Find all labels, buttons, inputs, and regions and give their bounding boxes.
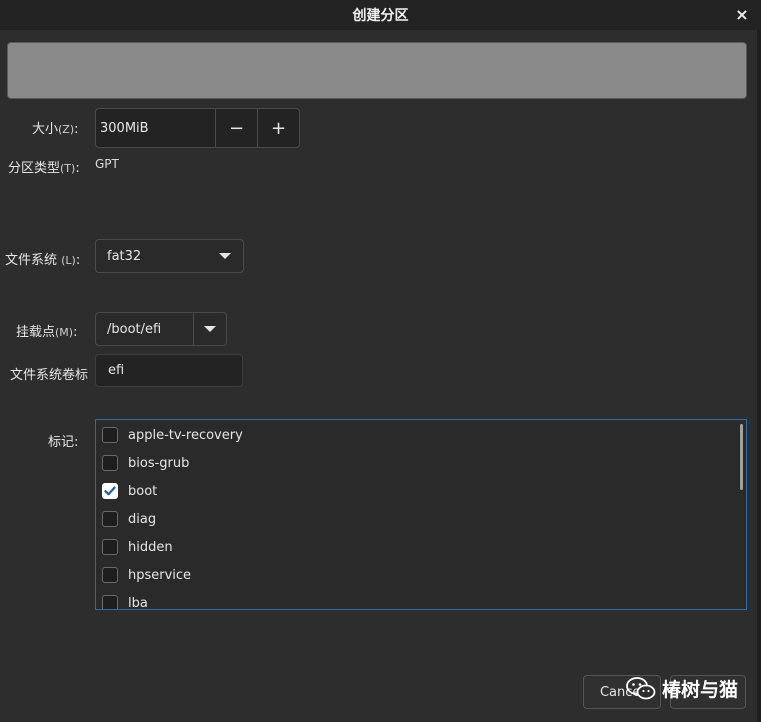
mount-point-suffix: : bbox=[73, 325, 78, 340]
flag-label: hidden bbox=[128, 539, 173, 555]
size-suffix: : bbox=[74, 122, 79, 137]
watermark-text: 椿树与猫 bbox=[662, 679, 739, 701]
checkbox[interactable] bbox=[102, 427, 118, 443]
checkmark-icon bbox=[104, 486, 116, 496]
checkbox[interactable] bbox=[102, 511, 118, 527]
watermark: 椿树与猫 bbox=[626, 675, 738, 702]
size-mnemonic: (Z) bbox=[58, 123, 75, 136]
partition-type-suffix: : bbox=[75, 161, 80, 176]
flag-label: apple-tv-recovery bbox=[128, 427, 243, 443]
filesystem-label: 文件系统 (L): bbox=[5, 249, 80, 268]
flag-row[interactable]: boot bbox=[102, 477, 157, 505]
flag-row[interactable]: bios-grub bbox=[102, 449, 189, 477]
flag-row[interactable]: apple-tv-recovery bbox=[102, 421, 243, 449]
filesystem-suffix: : bbox=[75, 253, 81, 268]
mount-point-combo: /boot/efi bbox=[95, 312, 227, 346]
flag-label: hpservice bbox=[128, 567, 192, 583]
size-label: 大小(Z): bbox=[32, 118, 79, 137]
flag-row[interactable]: hidden bbox=[102, 533, 173, 561]
flag-label: boot bbox=[128, 483, 158, 499]
partition-preview-bar bbox=[7, 42, 747, 99]
flag-label: bios-grub bbox=[128, 455, 190, 471]
fs-label-input[interactable]: efi bbox=[95, 354, 243, 387]
size-input[interactable]: 300MiB bbox=[96, 109, 215, 147]
checkbox[interactable] bbox=[102, 539, 118, 555]
mount-point-label: 挂载点(M): bbox=[16, 321, 77, 340]
checkbox[interactable] bbox=[102, 567, 118, 583]
chevron-down-icon[interactable] bbox=[193, 313, 226, 345]
checkbox-checked[interactable] bbox=[102, 483, 118, 499]
close-icon[interactable]: × bbox=[733, 6, 751, 24]
mount-point-input[interactable]: /boot/efi bbox=[96, 322, 193, 337]
partition-type-mnemonic: (T) bbox=[60, 162, 76, 175]
window-edge bbox=[757, 30, 761, 722]
partition-type-label-text: 分区类型 bbox=[8, 161, 61, 176]
flags-label: 标记: bbox=[48, 435, 79, 450]
partition-type-label: 分区类型(T): bbox=[8, 157, 80, 176]
wechat-icon bbox=[626, 676, 656, 699]
size-increment-button[interactable]: + bbox=[257, 109, 299, 147]
mount-point-label-text: 挂载点 bbox=[16, 325, 56, 340]
checkbox[interactable] bbox=[102, 595, 118, 609]
flag-row[interactable]: lba bbox=[102, 589, 148, 610]
filesystem-combo[interactable]: fat32 bbox=[95, 239, 244, 273]
flag-label: diag bbox=[128, 511, 157, 527]
flags-list: apple-tv-recovery bios-grub boot diag hi… bbox=[95, 419, 747, 610]
size-label-text: 大小 bbox=[32, 122, 59, 137]
filesystem-value: fat32 bbox=[107, 248, 142, 264]
size-spinbox: 300MiB − + bbox=[95, 108, 300, 148]
filesystem-label-text: 文件系统 bbox=[5, 253, 62, 268]
mount-point-mnemonic: (M) bbox=[55, 326, 74, 339]
partition-type-value: GPT bbox=[95, 157, 119, 171]
flag-row[interactable]: hpservice bbox=[102, 561, 191, 589]
window-title: 创建分区 bbox=[352, 8, 409, 24]
chevron-down-icon bbox=[207, 253, 243, 259]
flag-row[interactable]: diag bbox=[102, 505, 156, 533]
filesystem-mnemonic: (L) bbox=[61, 254, 76, 267]
fs-label-label: 文件系统卷标 bbox=[10, 368, 89, 383]
scrollbar-thumb[interactable] bbox=[740, 424, 743, 490]
title-bar: 创建分区 × bbox=[0, 0, 761, 30]
checkbox[interactable] bbox=[102, 455, 118, 471]
flag-label: lba bbox=[128, 595, 148, 610]
size-decrement-button[interactable]: − bbox=[215, 109, 257, 147]
